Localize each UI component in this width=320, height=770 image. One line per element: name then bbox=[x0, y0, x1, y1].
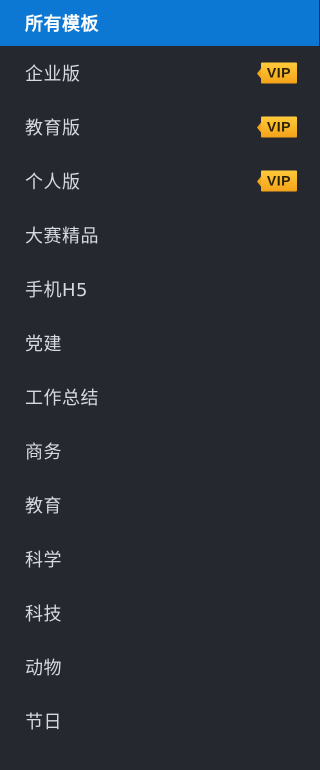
sidebar-item-holidays[interactable]: 节日 bbox=[0, 694, 319, 748]
sidebar-item-label: 科技 bbox=[25, 604, 62, 625]
sidebar-item-label: 手机H5 bbox=[25, 280, 88, 301]
sidebar-item-label: 教育 bbox=[25, 496, 62, 517]
template-category-sidebar: 所有模板 企业版 VIP 教育版 VIP 个人版 VIP 大赛精品 手机H5 党… bbox=[0, 0, 319, 770]
sidebar-item-science[interactable]: 科学 bbox=[0, 532, 319, 586]
vip-badge: VIP bbox=[256, 170, 297, 192]
sidebar-item-enterprise[interactable]: 企业版 VIP bbox=[0, 46, 319, 100]
sidebar-item-technology[interactable]: 科技 bbox=[0, 586, 319, 640]
sidebar-item-work-summary[interactable]: 工作总结 bbox=[0, 370, 319, 424]
sidebar-item-business[interactable]: 商务 bbox=[0, 424, 319, 478]
sidebar-item-mobile-h5[interactable]: 手机H5 bbox=[0, 262, 319, 316]
sidebar-item-label: 个人版 bbox=[25, 172, 81, 193]
sidebar-item-label: 商务 bbox=[25, 442, 62, 463]
sidebar-item-label: 所有模板 bbox=[25, 14, 99, 35]
sidebar-item-competition[interactable]: 大赛精品 bbox=[0, 208, 319, 262]
vip-badge-label: VIP bbox=[260, 116, 297, 138]
vip-badge-label: VIP bbox=[260, 170, 297, 192]
vip-badge: VIP bbox=[256, 116, 297, 138]
sidebar-item-label: 工作总结 bbox=[25, 388, 99, 409]
sidebar-item-label: 节日 bbox=[25, 712, 62, 733]
sidebar-item-education-edition[interactable]: 教育版 VIP bbox=[0, 100, 319, 154]
sidebar-item-label: 动物 bbox=[25, 658, 62, 679]
sidebar-item-label: 教育版 bbox=[25, 118, 81, 139]
sidebar-item-label: 大赛精品 bbox=[25, 226, 99, 247]
sidebar-item-all-templates[interactable]: 所有模板 bbox=[0, 0, 319, 46]
sidebar-item-label: 科学 bbox=[25, 550, 62, 571]
vip-badge: VIP bbox=[256, 62, 297, 84]
sidebar-item-label: 企业版 bbox=[25, 64, 81, 85]
sidebar-item-party-building[interactable]: 党建 bbox=[0, 316, 319, 370]
sidebar-item-education[interactable]: 教育 bbox=[0, 478, 319, 532]
vip-badge-label: VIP bbox=[260, 62, 297, 84]
sidebar-item-animals[interactable]: 动物 bbox=[0, 640, 319, 694]
sidebar-item-personal[interactable]: 个人版 VIP bbox=[0, 154, 319, 208]
sidebar-item-label: 党建 bbox=[25, 334, 62, 355]
